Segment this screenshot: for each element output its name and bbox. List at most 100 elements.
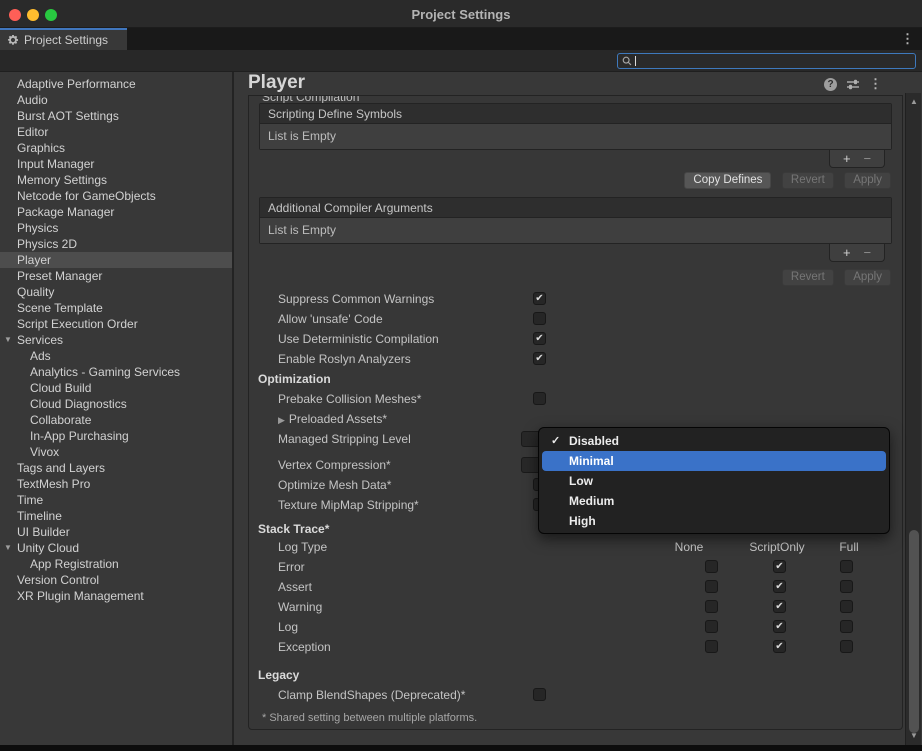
settings-sidebar: Adaptive PerformanceAudioBurst AOT Setti… bbox=[0, 72, 234, 745]
sidebar-item-app-registration[interactable]: App Registration bbox=[0, 556, 232, 572]
window-body: Adaptive PerformanceAudioBurst AOT Setti… bbox=[0, 72, 922, 745]
sidebar-item-label: Player bbox=[17, 253, 51, 267]
managed-stripping-level-dropdown-menu: ✓DisabledMinimalLowMediumHigh bbox=[538, 427, 890, 534]
sidebar-item-audio[interactable]: Audio bbox=[0, 92, 232, 108]
sidebar-item-label: Quality bbox=[17, 285, 54, 299]
sidebar-item-tags-and-layers[interactable]: Tags and Layers bbox=[0, 460, 232, 476]
stack-log-full-checkbox[interactable] bbox=[840, 620, 853, 633]
dropdown-option-medium[interactable]: Medium bbox=[542, 491, 886, 511]
apply-button[interactable]: Apply bbox=[844, 269, 891, 286]
apply-button[interactable]: Apply bbox=[844, 172, 891, 189]
setting-label: Optimize Mesh Data* bbox=[278, 478, 391, 492]
sidebar-item-label: Collaborate bbox=[30, 413, 91, 427]
sidebar-item-collaborate[interactable]: Collaborate bbox=[0, 412, 232, 428]
dropdown-option-minimal[interactable]: Minimal bbox=[542, 451, 886, 471]
stack-exception-none-checkbox[interactable] bbox=[705, 640, 718, 653]
revert-button[interactable]: Revert bbox=[782, 172, 834, 189]
enable-roslyn-analyzers-checkbox[interactable]: ✔ bbox=[533, 352, 546, 365]
list-empty-text: List is Empty bbox=[260, 124, 891, 149]
vertical-scrollbar[interactable]: ▲ ▼ bbox=[905, 93, 921, 745]
scroll-up-icon[interactable]: ▲ bbox=[906, 95, 922, 109]
stack-exception-scriptonly-checkbox[interactable]: ✔ bbox=[773, 640, 786, 653]
sidebar-item-adaptive-performance[interactable]: Adaptive Performance bbox=[0, 76, 232, 92]
foldout-open-icon[interactable]: ▼ bbox=[4, 332, 12, 348]
sidebar-item-unity-cloud[interactable]: ▼Unity Cloud bbox=[0, 540, 232, 556]
sidebar-item-cloud-diagnostics[interactable]: Cloud Diagnostics bbox=[0, 396, 232, 412]
stack-error-full-checkbox[interactable] bbox=[840, 560, 853, 573]
scroll-down-icon[interactable]: ▼ bbox=[906, 729, 922, 743]
stack-exception-full-checkbox[interactable] bbox=[840, 640, 853, 653]
sidebar-item-textmesh-pro[interactable]: TextMesh Pro bbox=[0, 476, 232, 492]
remove-item-button[interactable]: − bbox=[863, 151, 871, 167]
settings-menu-kebab-icon[interactable]: ⋮ bbox=[869, 77, 882, 91]
sidebar-item-burst-aot-settings[interactable]: Burst AOT Settings bbox=[0, 108, 232, 124]
revert-button[interactable]: Revert bbox=[782, 269, 834, 286]
sidebar-item-netcode-for-gameobjects[interactable]: Netcode for GameObjects bbox=[0, 188, 232, 204]
add-item-button[interactable]: + bbox=[843, 245, 851, 261]
sidebar-item-input-manager[interactable]: Input Manager bbox=[0, 156, 232, 172]
sidebar-item-preset-manager[interactable]: Preset Manager bbox=[0, 268, 232, 284]
list-footer: + − bbox=[249, 150, 902, 170]
foldout-closed-icon[interactable]: ▶ bbox=[278, 415, 285, 425]
stack-trace-row-log: Log✔ bbox=[249, 617, 902, 637]
remove-item-button[interactable]: − bbox=[863, 245, 871, 261]
stack-warning-full-checkbox[interactable] bbox=[840, 600, 853, 613]
sidebar-item-ui-builder[interactable]: UI Builder bbox=[0, 524, 232, 540]
sidebar-item-physics-2d[interactable]: Physics 2D bbox=[0, 236, 232, 252]
stack-warning-scriptonly-checkbox[interactable]: ✔ bbox=[773, 600, 786, 613]
stack-assert-scriptonly-checkbox[interactable]: ✔ bbox=[773, 580, 786, 593]
stack-error-none-checkbox[interactable] bbox=[705, 560, 718, 573]
tab-strip: Project Settings ⋮ bbox=[0, 28, 922, 50]
sidebar-item-time[interactable]: Time bbox=[0, 492, 232, 508]
sidebar-item-vivox[interactable]: Vivox bbox=[0, 444, 232, 460]
sidebar-item-in-app-purchasing[interactable]: In-App Purchasing bbox=[0, 428, 232, 444]
sidebar-item-scene-template[interactable]: Scene Template bbox=[0, 300, 232, 316]
sidebar-item-timeline[interactable]: Timeline bbox=[0, 508, 232, 524]
sidebar-item-version-control[interactable]: Version Control bbox=[0, 572, 232, 588]
setting-row-enable-roslyn-analyzers: Enable Roslyn Analyzers✔ bbox=[249, 349, 902, 369]
legacy-section-header: Legacy bbox=[249, 665, 902, 685]
stack-log-scriptonly-checkbox[interactable]: ✔ bbox=[773, 620, 786, 633]
add-item-button[interactable]: + bbox=[843, 151, 851, 167]
stack-warning-none-checkbox[interactable] bbox=[705, 600, 718, 613]
presets-icon[interactable] bbox=[846, 78, 860, 91]
sidebar-item-editor[interactable]: Editor bbox=[0, 124, 232, 140]
allow-unsafe-code-checkbox[interactable] bbox=[533, 312, 546, 325]
dropdown-option-disabled[interactable]: ✓Disabled bbox=[542, 431, 886, 451]
foldout-open-icon[interactable]: ▼ bbox=[4, 540, 12, 556]
scrollbar-thumb[interactable] bbox=[909, 530, 919, 733]
main-header: Player ? ⋮ bbox=[236, 72, 922, 95]
sidebar-item-ads[interactable]: Ads bbox=[0, 348, 232, 364]
sidebar-item-player[interactable]: Player bbox=[0, 252, 232, 268]
suppress-common-warnings-checkbox[interactable]: ✔ bbox=[533, 292, 546, 305]
scripting-define-symbols-list: Scripting Define Symbols List is Empty bbox=[259, 103, 892, 150]
stack-assert-none-checkbox[interactable] bbox=[705, 580, 718, 593]
search-input[interactable] bbox=[636, 55, 915, 67]
sidebar-item-label: UI Builder bbox=[17, 525, 70, 539]
sidebar-item-quality[interactable]: Quality bbox=[0, 284, 232, 300]
sidebar-item-cloud-build[interactable]: Cloud Build bbox=[0, 380, 232, 396]
sidebar-item-package-manager[interactable]: Package Manager bbox=[0, 204, 232, 220]
stack-assert-full-checkbox[interactable] bbox=[840, 580, 853, 593]
help-icon[interactable]: ? bbox=[824, 78, 837, 91]
copy-defines-button[interactable]: Copy Defines bbox=[684, 172, 771, 189]
dropdown-option-low[interactable]: Low bbox=[542, 471, 886, 491]
dropdown-option-high[interactable]: High bbox=[542, 511, 886, 531]
sidebar-item-graphics[interactable]: Graphics bbox=[0, 140, 232, 156]
sidebar-item-physics[interactable]: Physics bbox=[0, 220, 232, 236]
sidebar-item-memory-settings[interactable]: Memory Settings bbox=[0, 172, 232, 188]
sidebar-item-services[interactable]: ▼Services bbox=[0, 332, 232, 348]
tab-menu-kebab-icon[interactable]: ⋮ bbox=[901, 32, 914, 46]
stack-log-none-checkbox[interactable] bbox=[705, 620, 718, 633]
prebake-collision-meshes-checkbox[interactable] bbox=[533, 392, 546, 405]
search-field[interactable] bbox=[617, 53, 916, 69]
stack-trace-row-warning: Warning✔ bbox=[249, 597, 902, 617]
sidebar-item-label: Scene Template bbox=[17, 301, 103, 315]
sidebar-item-xr-plugin-management[interactable]: XR Plugin Management bbox=[0, 588, 232, 604]
stack-error-scriptonly-checkbox[interactable]: ✔ bbox=[773, 560, 786, 573]
sidebar-item-script-execution-order[interactable]: Script Execution Order bbox=[0, 316, 232, 332]
sidebar-item-analytics-gaming-services[interactable]: Analytics - Gaming Services bbox=[0, 364, 232, 380]
tab-project-settings[interactable]: Project Settings bbox=[0, 28, 127, 50]
use-deterministic-compilation-checkbox[interactable]: ✔ bbox=[533, 332, 546, 345]
clamp-blendshapes-deprecated-checkbox[interactable] bbox=[533, 688, 546, 701]
